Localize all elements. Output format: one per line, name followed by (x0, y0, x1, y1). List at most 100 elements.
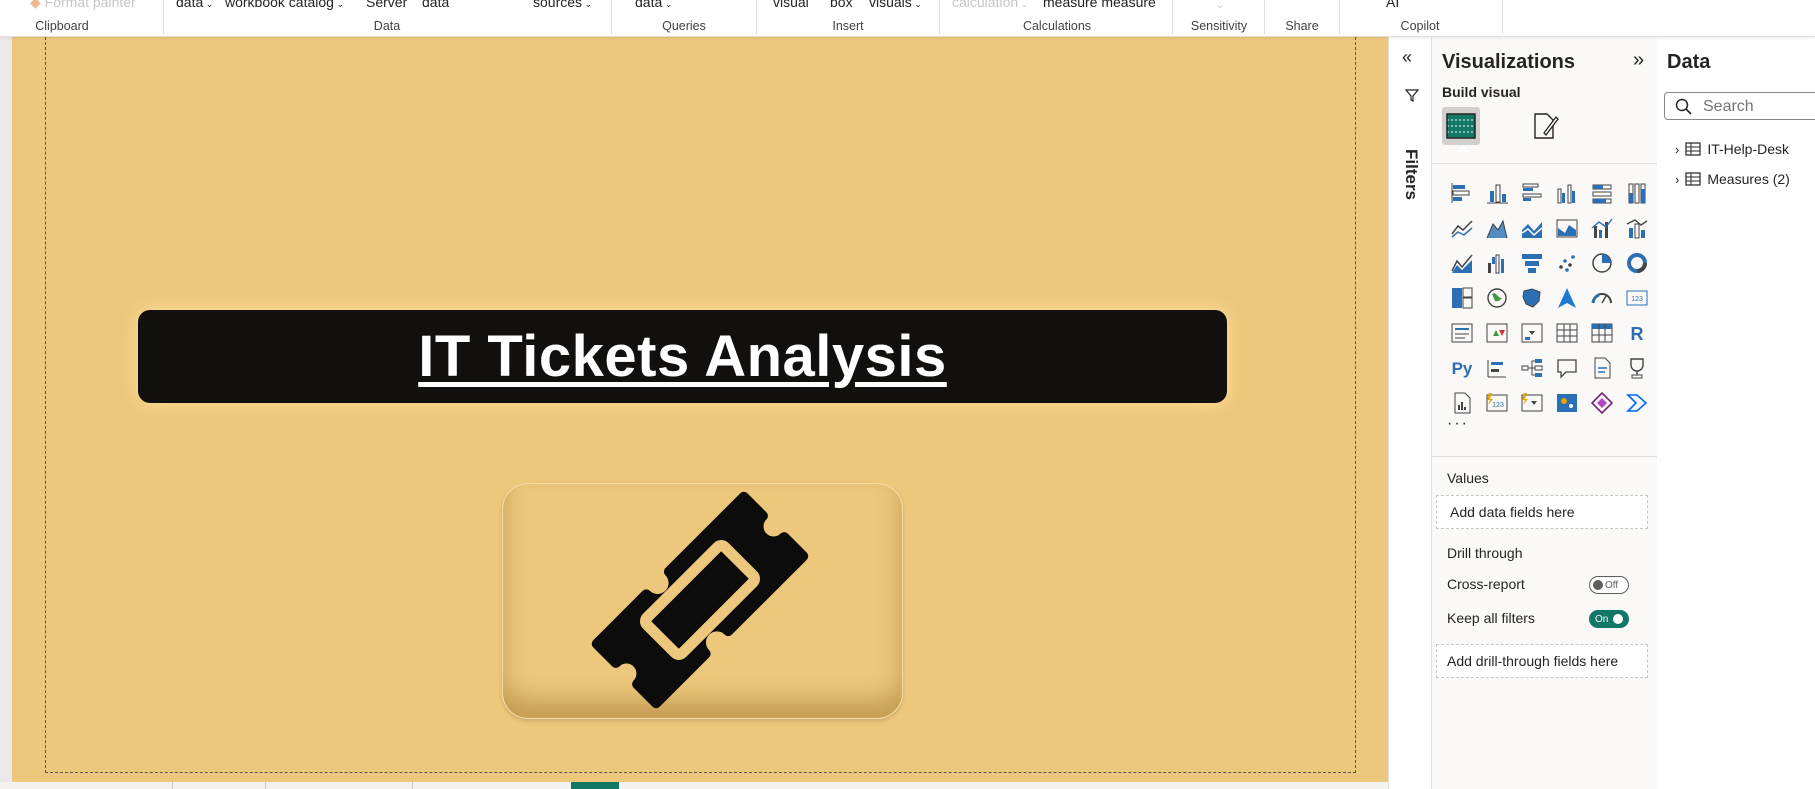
chevron-right-icon[interactable]: › (1675, 172, 1679, 187)
search-input[interactable] (1701, 95, 1815, 119)
copilot-button[interactable]: AI (1386, 0, 1399, 10)
visualizations-pane: Visualizations » Build visual 123 R Py 123 … (1431, 37, 1658, 789)
power-automate-card-icon: 123 (1486, 392, 1507, 411)
toggle-knob (1593, 580, 1603, 590)
page-tab-active[interactable] (571, 782, 619, 789)
visual-type-button[interactable] (1549, 315, 1584, 350)
visual-type-button[interactable] (1444, 210, 1479, 245)
visual-type-button[interactable] (1514, 175, 1549, 210)
slicer-icon (1521, 323, 1542, 342)
visual-type-button[interactable] (1549, 385, 1584, 420)
visual-type-button[interactable] (1514, 350, 1549, 385)
collapse-left-icon[interactable]: « (1402, 47, 1412, 68)
visual-type-button[interactable] (1619, 385, 1654, 420)
recent-sources-button[interactable]: sources ⌄ (533, 0, 592, 10)
report-title: IT Tickets Analysis (418, 324, 947, 389)
new-calculation-button[interactable]: calculation ⌄ (952, 0, 1028, 10)
visual-type-button[interactable] (1619, 245, 1654, 280)
chevron-down-icon[interactable]: ⌄ (1216, 0, 1224, 11)
group-insert: Insert (832, 19, 864, 33)
toggle-knob (1613, 614, 1624, 624)
visual-type-button[interactable] (1549, 210, 1584, 245)
ribbon: ◆ Format painter data ⌄ workbook catalog… (0, 0, 1815, 37)
icon-card[interactable] (502, 483, 903, 719)
visual-type-button[interactable] (1549, 245, 1584, 280)
build-visual-tab[interactable] (1442, 107, 1480, 145)
more-visuals-icon[interactable]: ··· (1447, 415, 1469, 433)
visual-type-button[interactable] (1619, 350, 1654, 385)
visual-type-button[interactable] (1619, 175, 1654, 210)
visual-type-button[interactable]: Py (1444, 350, 1479, 385)
enter-data-button[interactable]: data (422, 0, 449, 10)
cross-report-toggle[interactable]: Off (1589, 576, 1629, 594)
visual-type-button[interactable] (1584, 175, 1619, 210)
visual-type-button[interactable] (1479, 280, 1514, 315)
line-clustered-column-icon (1591, 218, 1613, 238)
svg-text:123: 123 (1631, 296, 1643, 303)
data-pane: Data › IT-Help-Desk › Measures (2) (1657, 37, 1815, 789)
refresh-data-button[interactable]: data ⌄ (635, 0, 672, 10)
filters-pane-collapsed[interactable]: « Filters (1388, 37, 1431, 789)
format-painter-button[interactable]: ◆ Format painter (30, 0, 136, 11)
new-measure-button[interactable]: measure measure (1043, 0, 1156, 10)
treemap-icon (1451, 287, 1472, 308)
chevron-down-icon: ⌄ (203, 0, 214, 9)
visual-type-button[interactable] (1549, 350, 1584, 385)
visual-type-button[interactable] (1514, 385, 1549, 420)
visual-type-button[interactable] (1584, 315, 1619, 350)
title-textbox[interactable]: IT Tickets Analysis (138, 310, 1227, 403)
chevron-right-icon[interactable]: › (1675, 142, 1679, 157)
paginated-report-icon (1454, 392, 1470, 413)
visual-type-button[interactable] (1514, 280, 1549, 315)
visual-type-button[interactable] (1479, 350, 1514, 385)
table-item-it-help-desk[interactable]: › IT-Help-Desk (1675, 141, 1789, 157)
visual-type-button[interactable] (1619, 210, 1654, 245)
visual-type-button[interactable] (1514, 315, 1549, 350)
visual-type-button[interactable] (1479, 245, 1514, 280)
visual-type-button[interactable] (1479, 315, 1514, 350)
visual-type-button[interactable]: 123 (1479, 385, 1514, 420)
qna-icon (1556, 358, 1577, 379)
visual-type-button[interactable] (1514, 245, 1549, 280)
visual-type-button[interactable] (1584, 385, 1619, 420)
divider (611, 0, 612, 34)
new-visual-button[interactable]: visual (773, 0, 809, 10)
azure-map-icon (1557, 287, 1576, 308)
visual-type-button[interactable] (1444, 245, 1479, 280)
text-box-button[interactable]: box (830, 0, 853, 10)
visual-type-button[interactable] (1479, 210, 1514, 245)
get-data-button[interactable]: data ⌄ (176, 0, 213, 10)
values-dropzone[interactable]: Add data fields here (1436, 495, 1648, 529)
group-data: Data (373, 19, 401, 33)
sql-server-button[interactable]: Server (366, 0, 407, 10)
visual-type-button[interactable] (1549, 280, 1584, 315)
visual-type-button[interactable] (1514, 210, 1549, 245)
visual-type-button[interactable] (1584, 350, 1619, 385)
drill-through-dropzone[interactable]: Add drill-through fields here (1436, 644, 1648, 678)
excel-workbook-button[interactable]: workbook catalog ⌄ (225, 0, 344, 10)
visual-type-button[interactable] (1584, 245, 1619, 280)
build-visual-label: Build visual (1442, 84, 1521, 100)
gauge-icon (1591, 292, 1612, 303)
visual-type-button[interactable]: R (1619, 315, 1654, 350)
key-influencers-icon (1487, 359, 1506, 377)
visual-type-button[interactable] (1584, 280, 1619, 315)
visual-type-button[interactable] (1549, 175, 1584, 210)
visual-type-button[interactable] (1479, 175, 1514, 210)
expand-right-icon[interactable]: » (1633, 49, 1644, 72)
more-visuals-button[interactable]: visuals ⌄ (869, 0, 922, 10)
keep-filters-toggle[interactable]: On (1589, 610, 1629, 628)
search-box[interactable] (1664, 92, 1815, 120)
format-visual-tab[interactable] (1526, 107, 1564, 145)
visual-type-button[interactable]: 123 (1619, 280, 1654, 315)
arcgis-map-icon (1556, 393, 1577, 412)
group-queries: Queries (662, 19, 706, 33)
table-item-measures[interactable]: › Measures (2) (1675, 171, 1790, 187)
visual-type-button[interactable] (1584, 210, 1619, 245)
visual-type-button[interactable] (1444, 280, 1479, 315)
divider (1339, 0, 1340, 34)
visual-type-button[interactable] (1444, 175, 1479, 210)
divider (1172, 0, 1173, 34)
visual-type-button[interactable] (1444, 315, 1479, 350)
100-stacked-column-icon (1628, 183, 1645, 203)
